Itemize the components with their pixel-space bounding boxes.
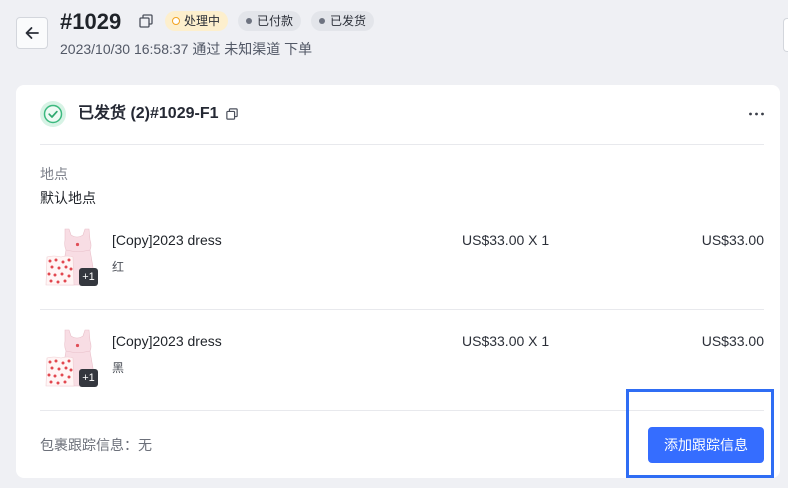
tracking-info: 包裹跟踪信息：无 — [40, 437, 152, 453]
status-badges: 处理中 已付款 已发货 — [165, 11, 375, 31]
strawberry-print-shorts — [45, 356, 75, 387]
add-tracking-button[interactable]: 添加跟踪信息 — [648, 427, 764, 463]
status-badge-label: 已付款 — [257, 14, 294, 28]
hollow-circle-icon — [172, 17, 180, 25]
fulfillment-title: 已发货 (2)#1029-F1 — [78, 105, 219, 122]
status-badge-shipped: 已发货 — [311, 11, 375, 31]
status-badge-label: 已发货 — [330, 14, 367, 28]
product-name: [Copy]2023 dress — [112, 333, 222, 349]
fulfillment-card: 已发货 (2)#1029-F1 地点 默认地点 +1 [Copy]2023 dr… — [16, 85, 780, 478]
order-number: #1029 — [60, 9, 122, 34]
divider — [40, 309, 764, 310]
product-variant: 黑 — [112, 361, 125, 375]
location-value: 默认地点 — [40, 190, 96, 206]
order-subtitle: 2023/10/30 16:58:37 通过 未知渠道 下单 — [60, 41, 313, 57]
fulfillment-title-row: 已发货 (2)#1029-F1 — [78, 104, 238, 124]
product-variant: 红 — [112, 260, 125, 274]
line-item: +1 [Copy]2023 dress 红 US$33.00 X 1 US$33… — [16, 227, 780, 287]
dot-icon — [246, 18, 253, 24]
copy-icon[interactable] — [139, 14, 153, 28]
header-action-button[interactable] — [783, 18, 788, 52]
unit-price-quantity: US$33.00 X 1 — [462, 232, 550, 248]
check-circle-icon — [40, 101, 66, 127]
more-images-badge: +1 — [79, 268, 98, 286]
line-total: US$33.00 — [701, 232, 764, 248]
dot-icon — [319, 18, 326, 24]
status-badge-label: 处理中 — [184, 14, 221, 28]
status-badge-processing: 处理中 — [165, 11, 229, 31]
more-horizontal-icon[interactable] — [747, 107, 766, 121]
line-item: +1 [Copy]2023 dress 黑 US$33.00 X 1 US$33… — [16, 328, 780, 388]
unit-price-quantity: US$33.00 X 1 — [462, 333, 550, 349]
product-name: [Copy]2023 dress — [112, 232, 222, 248]
arrow-left-icon — [25, 27, 39, 39]
back-button[interactable] — [16, 17, 48, 49]
more-images-badge: +1 — [79, 369, 98, 387]
product-thumbnail: +1 — [40, 328, 100, 388]
product-thumbnail: +1 — [40, 227, 100, 287]
divider — [40, 144, 764, 145]
divider — [40, 410, 764, 411]
copy-icon[interactable] — [225, 108, 238, 120]
line-total: US$33.00 — [701, 333, 764, 349]
status-badge-paid: 已付款 — [238, 11, 302, 31]
location-label: 地点 — [40, 166, 68, 182]
strawberry-print-shorts — [45, 255, 75, 286]
